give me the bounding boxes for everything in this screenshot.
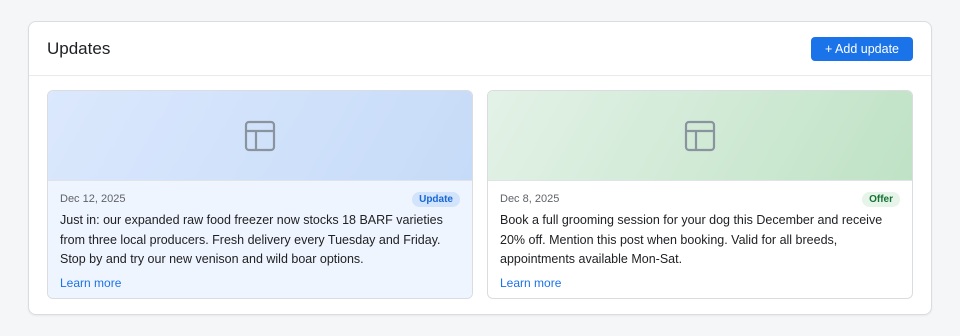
- card-image-placeholder: [48, 91, 472, 180]
- updates-panel: Updates + Add update Dec 12, 2025 Update…: [28, 21, 932, 315]
- card-body: Dec 8, 2025 Offer Book a full grooming s…: [488, 180, 912, 298]
- post-type-badge: Update: [412, 191, 460, 207]
- updates-list: Dec 12, 2025 Update Just in: our expande…: [47, 90, 914, 299]
- update-card[interactable]: Dec 12, 2025 Update Just in: our expande…: [47, 90, 473, 299]
- add-update-button[interactable]: + Add update: [810, 36, 913, 61]
- card-meta: Dec 8, 2025 Offer: [500, 191, 900, 207]
- card-meta: Dec 12, 2025 Update: [60, 191, 460, 207]
- layout-placeholder-icon: [244, 120, 276, 151]
- post-date: Dec 12, 2025: [60, 193, 126, 205]
- post-type-badge: Offer: [862, 191, 900, 207]
- card-body: Dec 12, 2025 Update Just in: our expande…: [48, 180, 472, 298]
- learn-more-link[interactable]: Learn more: [500, 276, 561, 290]
- post-text: Just in: our expanded raw food freezer n…: [60, 213, 443, 266]
- panel-header: Updates + Add update: [29, 22, 931, 76]
- post-date: Dec 8, 2025: [500, 193, 560, 205]
- post-text: Book a full grooming session for your do…: [500, 213, 883, 266]
- panel-title: Updates: [47, 38, 111, 58]
- card-image-placeholder: [488, 91, 912, 180]
- update-card[interactable]: Dec 8, 2025 Offer Book a full grooming s…: [487, 90, 913, 299]
- learn-more-link[interactable]: Learn more: [60, 276, 121, 290]
- layout-placeholder-icon: [684, 120, 716, 151]
